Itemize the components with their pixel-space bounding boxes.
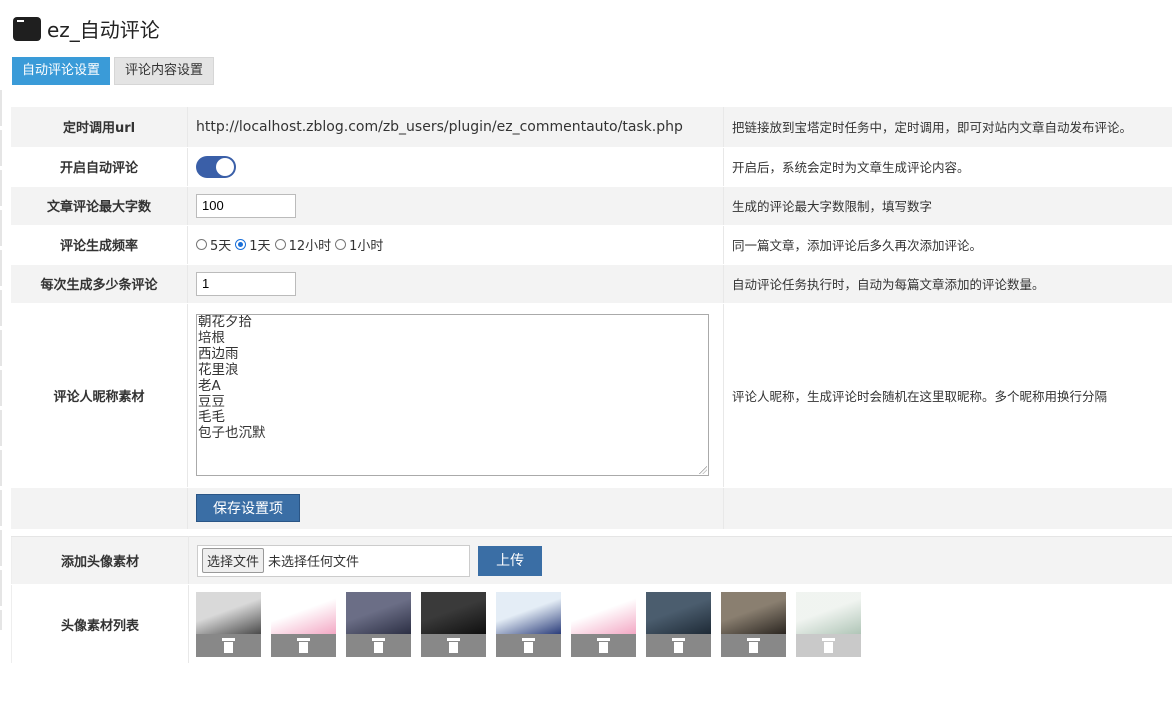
trash-icon[interactable] (372, 637, 385, 653)
file-status: 未选择任何文件 (268, 555, 360, 570)
nickname-line: 朝花夕拾 (198, 314, 252, 330)
tab-auto-comment-settings[interactable]: 自动评论设置 (12, 57, 111, 85)
page-title: ez_自动评论 (47, 18, 160, 42)
row-frequency: 评论生成频率 5天 1天 12小时 1小时 同一篇文章，添加评论后多久再次添加评… (11, 225, 1172, 265)
avatar-thumbnail (796, 591, 861, 657)
avatar-thumbnail (421, 591, 486, 657)
resize-grip-icon[interactable] (699, 466, 707, 474)
cron-url-value: http://localhost.zblog.com/zb_users/plug… (196, 118, 683, 135)
label-cron-url: 定时调用url (11, 107, 188, 148)
desc-enable: 开启后，系统会定时为文章生成评论内容。 (723, 147, 1172, 187)
tab-comment-content-settings[interactable]: 评论内容设置 (114, 57, 215, 85)
avatar-boy-image (196, 591, 261, 634)
avatar-cow-pig-image (271, 591, 336, 634)
avatar-thumbnail (346, 591, 411, 657)
trash-icon[interactable] (672, 637, 685, 653)
nickname-line: 老A (198, 377, 221, 394)
nicknames-textarea[interactable]: 朝花夕拾 培根 西边雨 花里浪 老A 豆豆 毛毛 包子也沉默 (196, 314, 709, 476)
nickname-line: 毛毛 (198, 409, 225, 426)
left-edge-strip (0, 90, 2, 630)
label-count: 每次生成多少条评论 (11, 264, 188, 304)
row-count: 每次生成多少条评论 自动评论任务执行时，自动为每篇文章添加的评论数量。 (11, 264, 1172, 304)
choose-file-button[interactable]: 选择文件 (202, 548, 265, 573)
trash-icon[interactable] (747, 637, 760, 653)
trash-icon[interactable] (522, 637, 535, 653)
avatar-thumbnail (571, 591, 636, 657)
trash-icon[interactable] (222, 637, 235, 653)
trash-icon[interactable] (447, 637, 460, 653)
avatar-room-image (721, 591, 786, 634)
avatar-thumbnail (271, 591, 336, 657)
max-length-input[interactable] (196, 193, 296, 218)
tab-bar: 自动评论设置 评论内容设置 (12, 57, 218, 85)
nickname-line: 豆豆 (198, 393, 225, 410)
nickname-line: 西边雨 (198, 345, 239, 362)
desc-count: 自动评论任务执行时，自动为每篇文章添加的评论数量。 (723, 264, 1172, 304)
nickname-line: 包子也沉默 (198, 425, 266, 442)
row-save: 保存设置项 (11, 487, 1172, 530)
row-max-length: 文章评论最大字数 生成的评论最大字数限制，填写数字 (11, 186, 1172, 226)
avatar-gallery (196, 591, 1172, 657)
row-enable: 开启自动评论 开启后，系统会定时为文章生成评论内容。 (11, 147, 1172, 187)
count-input[interactable] (196, 271, 296, 296)
save-settings-button[interactable]: 保存设置项 (196, 494, 300, 522)
upload-button[interactable]: 上传 (478, 545, 543, 576)
label-enable: 开启自动评论 (11, 147, 188, 187)
trash-icon[interactable] (822, 637, 835, 653)
trash-icon[interactable] (297, 637, 310, 653)
window-icon (13, 16, 41, 41)
label-frequency: 评论生成频率 (11, 225, 188, 265)
avatar-thumbnail (196, 591, 261, 657)
desc-max-length: 生成的评论最大字数限制，填写数字 (723, 186, 1172, 226)
settings-table: 定时调用url http://localhost.zblog.com/zb_us… (11, 107, 1172, 530)
avatar-table: 添加头像素材 选择文件 未选择任何文件 上传 头像素材列表 (11, 536, 1172, 664)
label-nicknames: 评论人昵称素材 (11, 303, 188, 488)
radio-1-day[interactable] (235, 239, 247, 250)
radio-12-hours[interactable] (274, 239, 286, 250)
nickname-line: 花里浪 (198, 361, 239, 378)
avatar-z-logo-image (796, 591, 861, 634)
frequency-radio-group: 5天 1天 12小时 1小时 (196, 235, 723, 254)
desc-nicknames: 评论人昵称，生成评论时会随机在这里取昵称。多个昵称用换行分隔 (723, 303, 1172, 488)
avatar-cow-pig-2-image (571, 591, 636, 634)
desc-frequency: 同一篇文章，添加评论后多久再次添加评论。 (723, 225, 1172, 265)
radio-1-hour[interactable] (335, 239, 347, 250)
avatar-comic-image (496, 591, 561, 634)
avatar-thumbnail (496, 591, 561, 657)
file-input[interactable]: 选择文件 未选择任何文件 (197, 544, 470, 577)
avatar-couple-image (346, 591, 411, 634)
avatar-dark-image (421, 591, 486, 634)
avatar-thumbnail (646, 591, 711, 657)
enable-toggle[interactable] (196, 155, 236, 178)
row-cron-url: 定时调用url http://localhost.zblog.com/zb_us… (11, 107, 1172, 148)
row-nicknames: 评论人昵称素材 朝花夕拾 培根 西边雨 花里浪 老A 豆豆 毛毛 包子也沉默 评论人昵称，生成… (11, 303, 1172, 488)
row-avatar-upload: 添加头像素材 选择文件 未选择任何文件 上传 (11, 536, 1172, 585)
label-avatar-upload: 添加头像素材 (11, 536, 189, 585)
row-avatar-list: 头像素材列表 (11, 584, 1172, 664)
page-header: ez_自动评论 (13, 14, 160, 43)
nickname-line: 培根 (198, 329, 225, 346)
label-max-length: 文章评论最大字数 (11, 186, 188, 226)
desc-cron-url: 把链接放到宝塔定时任务中，定时调用，即可对站内文章自动发布评论。 (723, 107, 1172, 148)
label-avatar-list: 头像素材列表 (11, 584, 189, 664)
avatar-man-image (646, 591, 711, 634)
trash-icon[interactable] (597, 637, 610, 653)
avatar-thumbnail (721, 591, 786, 657)
radio-5-days[interactable] (196, 239, 207, 250)
